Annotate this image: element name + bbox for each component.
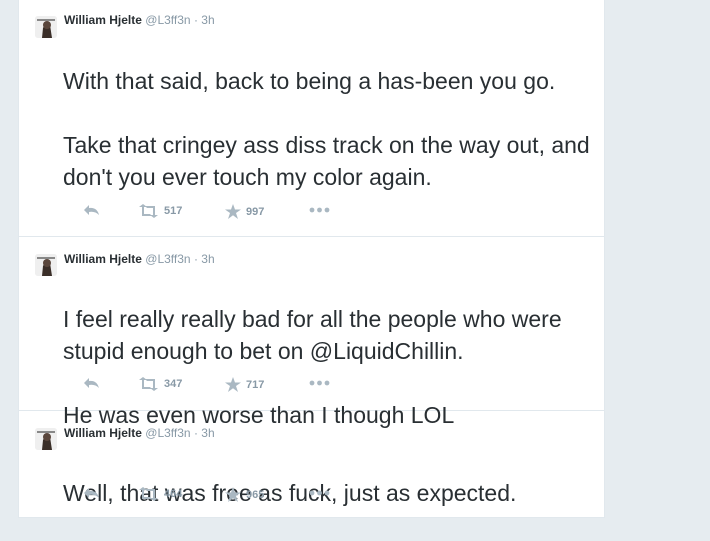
separator-dot: · bbox=[193, 13, 198, 27]
separator-dot: · bbox=[193, 252, 198, 266]
tweet[interactable]: William Hjelte @L3ff3n · 3h Well, that w… bbox=[19, 411, 604, 517]
separator-dot: · bbox=[193, 426, 198, 440]
favorite-count: 997 bbox=[246, 205, 265, 218]
more-icon bbox=[309, 207, 330, 213]
tweet[interactable]: William Hjelte @L3ff3n · 3h With that sa… bbox=[19, 0, 604, 237]
tweet-timeline: William Hjelte @L3ff3n · 3h With that sa… bbox=[18, 0, 605, 518]
retweet-button[interactable]: 464 bbox=[138, 487, 182, 501]
author-handle[interactable]: @L3ff3n bbox=[145, 426, 190, 440]
tweet-paragraph: I feel really really bad for all the peo… bbox=[63, 306, 562, 364]
timestamp[interactable]: 3h bbox=[201, 426, 214, 440]
author-handle[interactable]: @L3ff3n bbox=[145, 13, 190, 27]
reply-button[interactable] bbox=[83, 377, 100, 389]
more-icon bbox=[309, 490, 330, 496]
retweet-button[interactable]: 347 bbox=[138, 377, 182, 391]
tweet-header: William Hjelte @L3ff3n · 3h bbox=[64, 252, 215, 266]
retweet-icon bbox=[139, 204, 158, 218]
author-name[interactable]: William Hjelte bbox=[64, 426, 142, 440]
favorite-count: 717 bbox=[246, 378, 265, 391]
tweet-header: William Hjelte @L3ff3n · 3h bbox=[64, 13, 215, 27]
star-icon bbox=[225, 487, 241, 502]
star-icon bbox=[225, 204, 241, 219]
favorite-button[interactable]: 997 bbox=[225, 204, 264, 219]
reply-icon bbox=[84, 205, 99, 215]
timestamp[interactable]: 3h bbox=[201, 252, 214, 266]
reply-button[interactable] bbox=[83, 204, 100, 216]
retweet-icon bbox=[139, 377, 158, 391]
avatar[interactable] bbox=[35, 16, 57, 38]
favorite-button[interactable]: 965 bbox=[225, 487, 264, 502]
favorite-button[interactable]: 717 bbox=[225, 377, 264, 392]
author-handle[interactable]: @L3ff3n bbox=[145, 252, 190, 266]
reply-button[interactable] bbox=[83, 487, 100, 499]
more-button[interactable] bbox=[309, 490, 331, 496]
retweet-count: 347 bbox=[164, 378, 183, 390]
avatar[interactable] bbox=[35, 428, 57, 450]
tweet-paragraph: Take that cringey ass diss track on the … bbox=[63, 132, 590, 190]
tweet-paragraph: With that said, back to being a has-been… bbox=[63, 68, 556, 94]
avatar-image bbox=[35, 254, 57, 276]
more-button[interactable] bbox=[309, 207, 331, 213]
avatar-image bbox=[35, 428, 57, 450]
tweet[interactable]: William Hjelte @L3ff3n · 3h I feel reall… bbox=[19, 237, 604, 428]
tweet-text: With that said, back to being a has-been… bbox=[63, 33, 593, 225]
retweet-count: 517 bbox=[164, 205, 183, 217]
retweet-button[interactable]: 517 bbox=[138, 204, 182, 218]
favorite-count: 965 bbox=[246, 488, 265, 501]
reply-icon bbox=[84, 378, 99, 388]
more-button[interactable] bbox=[309, 380, 331, 386]
retweet-count: 464 bbox=[164, 488, 183, 500]
author-name[interactable]: William Hjelte bbox=[64, 13, 142, 27]
more-icon bbox=[309, 380, 330, 386]
avatar-image bbox=[35, 16, 57, 38]
star-icon bbox=[225, 377, 241, 392]
avatar[interactable] bbox=[35, 254, 57, 276]
author-name[interactable]: William Hjelte bbox=[64, 252, 142, 266]
tweet-header: William Hjelte @L3ff3n · 3h bbox=[64, 426, 215, 440]
reply-icon bbox=[84, 488, 99, 498]
retweet-icon bbox=[139, 487, 158, 501]
timestamp[interactable]: 3h bbox=[201, 13, 214, 27]
